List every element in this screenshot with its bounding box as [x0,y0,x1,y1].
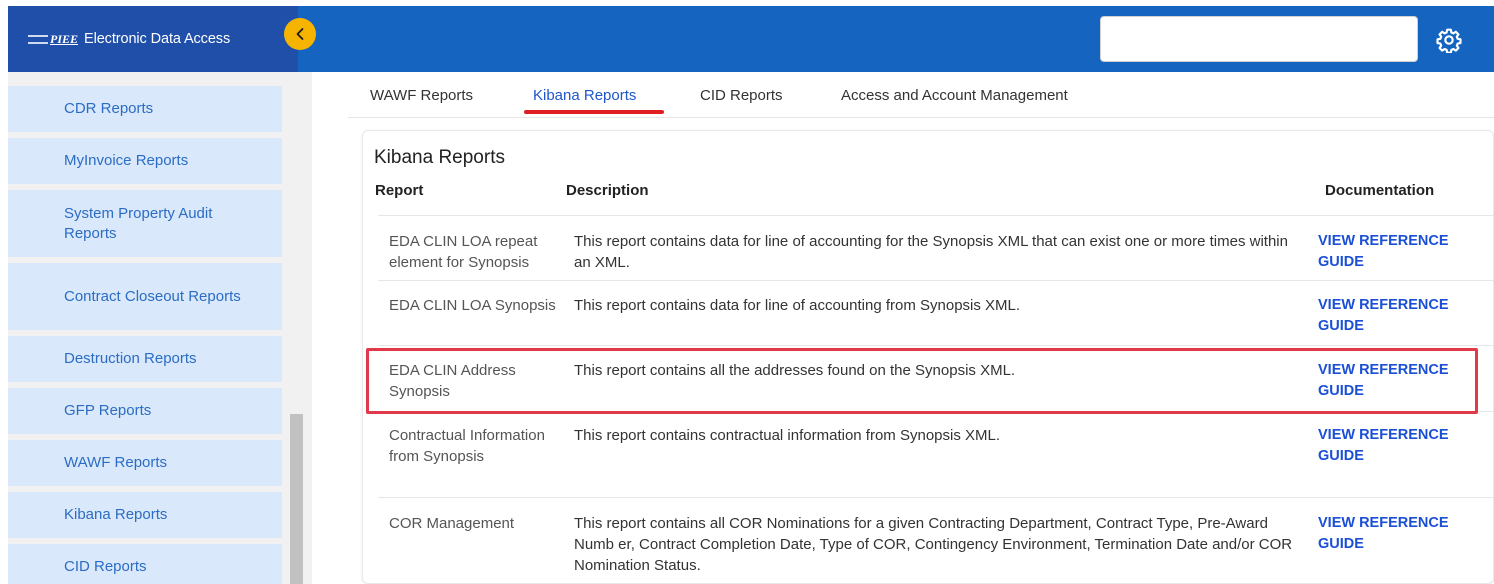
sidebar-item-label: System Property Audit Reports [64,204,213,242]
row-divider [378,280,1494,281]
sidebar-item-gfp-reports[interactable]: GFP Reports [8,388,282,434]
tab-access-account-management[interactable]: Access and Account Management [841,87,1068,104]
sidebar-item-label: WAWF Reports [64,454,168,471]
tab-kibana-reports[interactable]: Kibana Reports [533,87,636,104]
sidebar-item-system-property-audit-reports[interactable]: System Property Audit Reports [8,190,282,257]
view-reference-guide-link[interactable]: VIEW REFERENCE GUIDE [1318,295,1478,337]
report-name: EDA CLIN LOA repeat element for Synopsis [389,233,538,271]
row-divider [378,497,1494,498]
sidebar-item-contract-closeout-reports[interactable]: Contract Closeout Reports [8,263,282,330]
sidebar: PIEE Electronic Data Access CDR Reports M… [8,6,312,584]
sidebar-item-label: Kibana Reports [64,506,168,523]
sidebar-item-myinvoice-reports[interactable]: MyInvoice Reports [8,138,282,184]
report-description: This report contains contractual informa… [574,427,1001,444]
column-header-description: Description [566,182,649,199]
sidebar-header: PIEE Electronic Data Access [8,6,298,72]
report-name: COR Management [389,515,515,532]
highlight-box [366,348,1478,414]
sidebar-item-label: CDR Reports [64,100,154,117]
column-header-report: Report [375,182,424,199]
sidebar-item-label: CID Reports [64,558,147,575]
active-tab-indicator [524,110,664,114]
report-name: EDA CLIN LOA Synopsis [389,297,556,314]
sidebar-item-wawf-reports[interactable]: WAWF Reports [8,440,282,486]
column-header-documentation: Documentation [1325,182,1435,199]
report-description: This report contains data for line of ac… [574,233,1288,271]
sidebar-scrollbar-thumb[interactable] [290,414,303,584]
card-title: Kibana Reports [374,147,505,168]
gear-icon[interactable] [1436,27,1462,54]
sidebar-item-cdr-reports[interactable]: CDR Reports [8,86,282,132]
collapse-sidebar-button[interactable] [284,18,316,50]
report-description: This report contains all COR Nominations… [574,515,1293,574]
sidebar-item-destruction-reports[interactable]: Destruction Reports [8,336,282,382]
sidebar-item-label: Destruction Reports [64,350,197,367]
tabs-divider [348,117,1494,118]
sidebar-item-cid-reports[interactable]: CID Reports [8,544,282,584]
row-divider [378,345,1494,346]
chevron-left-icon [296,28,304,40]
tab-wawf-reports[interactable]: WAWF Reports [370,87,473,104]
search-input[interactable] [1100,16,1418,62]
view-reference-guide-link[interactable]: VIEW REFERENCE GUIDE [1318,231,1478,273]
sidebar-item-label: MyInvoice Reports [64,152,189,169]
tab-cid-reports[interactable]: CID Reports [700,87,783,104]
row-divider [378,215,1494,216]
view-reference-guide-link[interactable]: VIEW REFERENCE GUIDE [1318,513,1478,555]
report-name: Contractual Information from Synopsis [389,427,545,465]
piee-logo-icon: PIEE [28,32,78,47]
report-description: This report contains data for line of ac… [574,297,1021,314]
app-logo[interactable]: PIEE Electronic Data Access [28,31,230,47]
sidebar-item-label: Contract Closeout Reports [64,287,241,305]
app-title: Electronic Data Access [84,31,231,47]
view-reference-guide-link[interactable]: VIEW REFERENCE GUIDE [1318,425,1478,467]
sidebar-item-label: GFP Reports [64,402,152,419]
sidebar-item-kibana-reports[interactable]: Kibana Reports [8,492,282,538]
